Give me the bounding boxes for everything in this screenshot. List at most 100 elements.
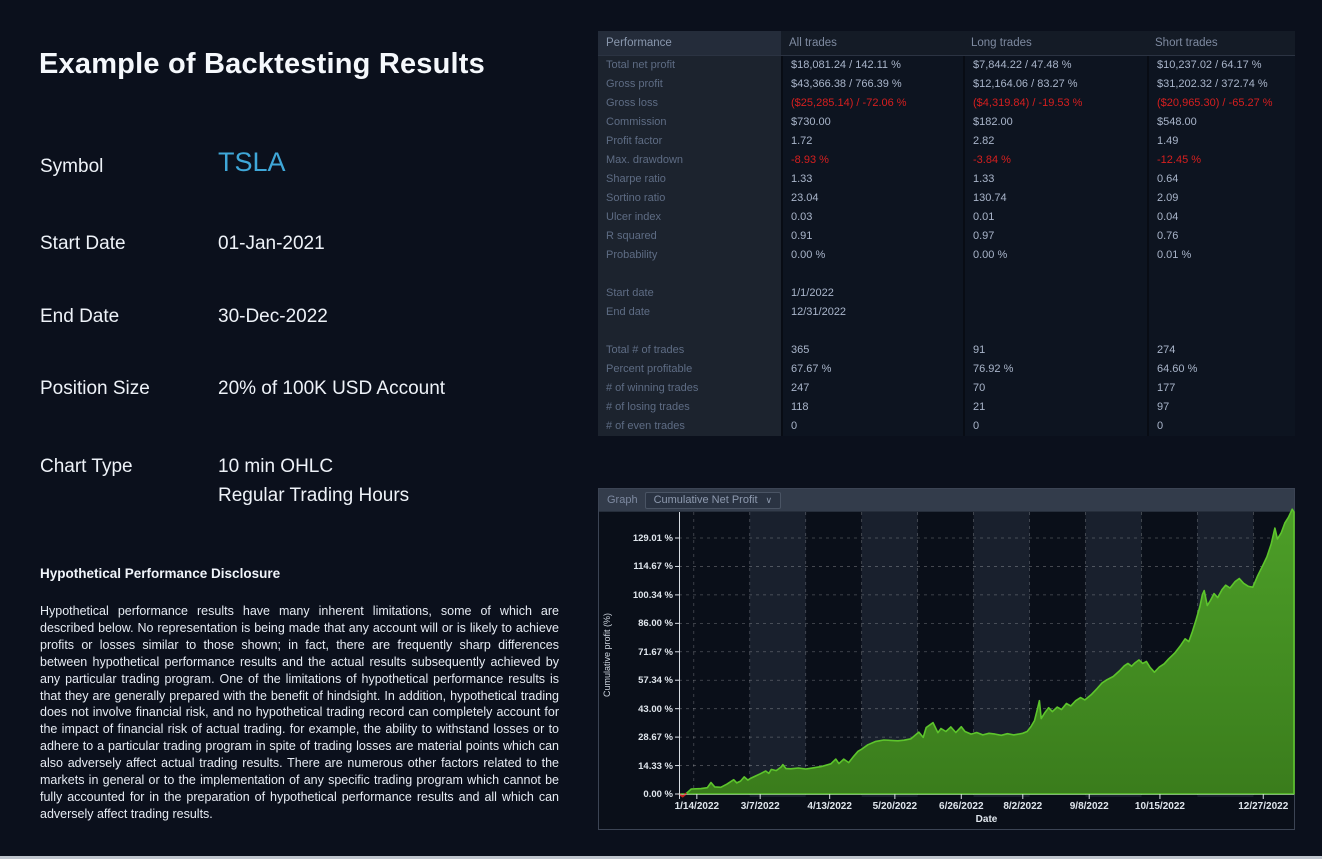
table-row-label: End date — [598, 303, 781, 322]
table-header-short-trades: Short trades — [1147, 31, 1295, 56]
table-header-performance: Performance — [598, 31, 781, 56]
table-spacer-label-cell — [598, 265, 781, 284]
y-tick-label: 114.67 % — [611, 561, 673, 572]
table-row-label: # of losing trades — [598, 398, 781, 417]
table-cell — [963, 284, 1147, 303]
y-tick-label: 71.67 % — [611, 647, 673, 658]
table-cell: 0.91 — [781, 227, 963, 246]
table-cell: 0.03 — [781, 208, 963, 227]
table-cell: 0 — [1147, 417, 1295, 436]
table-row-label: Total # of trades — [598, 341, 781, 360]
table-header-all-trades: All trades — [781, 31, 963, 56]
table-cell: 118 — [781, 398, 963, 417]
table-cell: 0.01 % — [1147, 246, 1295, 265]
table-row-label: Ulcer index — [598, 208, 781, 227]
y-tick-label: 43.00 % — [611, 704, 673, 715]
chart-type-value-line2: Regular Trading Hours — [218, 485, 409, 507]
table-cell: $182.00 — [963, 113, 1147, 132]
y-tick-label: 14.33 % — [611, 761, 673, 772]
table-row-label: Max. drawdown — [598, 151, 781, 170]
table-cell: 1/1/2022 — [781, 284, 963, 303]
table-spacer-value-cell — [781, 265, 963, 284]
table-spacer-label-cell — [598, 322, 781, 341]
table-cell: 177 — [1147, 379, 1295, 398]
table-cell: 0.00 % — [781, 246, 963, 265]
chart-type-value-line1: 10 min OHLC — [218, 456, 333, 478]
table-cell: $18,081.24 / 142.11 % — [781, 56, 963, 75]
chevron-down-icon: ∨ — [766, 495, 773, 506]
table-cell: $10,237.02 / 64.17 % — [1147, 56, 1295, 75]
backtesting-results-screen: { "left_panel": { "title": "Example of B… — [0, 0, 1322, 859]
table-row-label: Commission — [598, 113, 781, 132]
table-header-long-trades: Long trades — [963, 31, 1147, 56]
table-cell: $730.00 — [781, 113, 963, 132]
disclosure-title: Hypothetical Performance Disclosure — [40, 566, 280, 581]
disclosure-body: Hypothetical performance results have ma… — [40, 603, 559, 823]
end-date-value: 30-Dec-2022 — [218, 306, 328, 328]
table-cell: 1.72 — [781, 132, 963, 151]
table-cell: $12,164.06 / 83.27 % — [963, 75, 1147, 94]
graph-type-dropdown[interactable]: Cumulative Net Profit ∨ — [645, 492, 782, 509]
table-cell: ($20,965.30) / -65.27 % — [1147, 94, 1295, 113]
table-row-label: Sharpe ratio — [598, 170, 781, 189]
table-row-label: Percent profitable — [598, 360, 781, 379]
table-row-label: # of even trades — [598, 417, 781, 436]
x-axis-title: Date — [679, 814, 1294, 825]
table-cell — [1147, 284, 1295, 303]
start-date-value: 01-Jan-2021 — [218, 233, 325, 255]
table-row-label: Gross loss — [598, 94, 781, 113]
table-cell: 0.04 — [1147, 208, 1295, 227]
table-cell: 91 — [963, 341, 1147, 360]
y-tick-label: 57.34 % — [611, 675, 673, 686]
table-row-label: Profit factor — [598, 132, 781, 151]
table-cell: $7,844.22 / 47.48 % — [963, 56, 1147, 75]
graph-panel: Graph Cumulative Net Profit ∨ Cumulative… — [598, 488, 1295, 830]
graph-toolbar: Graph Cumulative Net Profit ∨ — [599, 489, 1294, 512]
table-cell: 12/31/2022 — [781, 303, 963, 322]
position-size-value: 20% of 100K USD Account — [218, 378, 445, 400]
table-cell: 0.76 — [1147, 227, 1295, 246]
table-cell: 130.74 — [963, 189, 1147, 208]
table-cell: 1.49 — [1147, 132, 1295, 151]
table-cell — [1147, 303, 1295, 322]
table-cell: 0.00 % — [963, 246, 1147, 265]
table-cell: 97 — [1147, 398, 1295, 417]
table-cell: 0.97 — [963, 227, 1147, 246]
table-cell: ($25,285.14) / -72.06 % — [781, 94, 963, 113]
table-cell: 274 — [1147, 341, 1295, 360]
table-cell: 1.33 — [781, 170, 963, 189]
table-cell: 70 — [963, 379, 1147, 398]
table-spacer-value-cell — [1147, 265, 1295, 284]
table-row-label: Total net profit — [598, 56, 781, 75]
table-cell: 0 — [781, 417, 963, 436]
table-row-label: Probability — [598, 246, 781, 265]
table-cell: 0.64 — [1147, 170, 1295, 189]
table-cell: 64.60 % — [1147, 360, 1295, 379]
table-row-label: Gross profit — [598, 75, 781, 94]
table-spacer-value-cell — [963, 265, 1147, 284]
table-row-label: Sortino ratio — [598, 189, 781, 208]
table-cell: 2.82 — [963, 132, 1147, 151]
graph-toolbar-label: Graph — [607, 494, 638, 506]
table-cell — [963, 303, 1147, 322]
performance-table: Performance All trades Long trades Short… — [598, 31, 1295, 436]
chart-type-label: Chart Type — [40, 456, 133, 478]
y-tick-label: 86.00 % — [611, 618, 673, 629]
table-cell: 67.67 % — [781, 360, 963, 379]
table-cell: ($4,319.84) / -19.53 % — [963, 94, 1147, 113]
page-title: Example of Backtesting Results — [39, 48, 485, 81]
table-cell: $31,202.32 / 372.74 % — [1147, 75, 1295, 94]
symbol-label: Symbol — [40, 156, 103, 178]
y-tick-label: 0.00 % — [611, 789, 673, 800]
end-date-label: End Date — [40, 306, 119, 328]
x-tick-label: 3/7/2022 — [720, 801, 800, 812]
x-tick-label: 12/27/2022 — [1223, 801, 1303, 812]
y-tick-label: 28.67 % — [611, 732, 673, 743]
x-tick-label: 10/15/2022 — [1120, 801, 1200, 812]
y-tick-label: 100.34 % — [611, 590, 673, 601]
graph-type-dropdown-value: Cumulative Net Profit — [654, 494, 758, 506]
plot-band — [750, 512, 806, 797]
table-spacer-value-cell — [781, 322, 963, 341]
table-cell: -8.93 % — [781, 151, 963, 170]
table-cell: 0 — [963, 417, 1147, 436]
